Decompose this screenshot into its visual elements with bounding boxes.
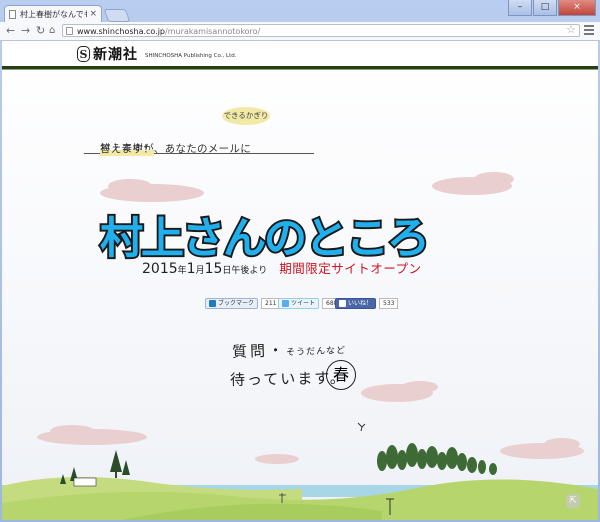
hatena-share: ブックマーク 211 [205,298,281,309]
like-button[interactable]: いいね！ [335,298,377,309]
haru-stamp: 春 [326,360,356,390]
like-label: いいね！ [348,300,373,307]
browser-tab[interactable]: 村上春樹がなんでも答えます… × [4,5,102,22]
maximize-button[interactable]: □ [533,0,557,16]
open-date-line: 2015年1月15日午後より 期間限定サイトオープン [142,258,422,277]
open-month-unit: 月 [195,266,205,276]
page-viewport: S 新潮社 SHINCHOSHA Publishing Co., Ltd. でき… [2,41,598,520]
landscape-illustration [2,172,598,520]
browser-toolbar: ← → ↻ ⌂ www.shinchosha.co.jp/murakamisan… [0,22,600,41]
like-count[interactable]: 533 [379,298,399,309]
corner-share-icon[interactable]: ⇱ [566,494,580,508]
open-year-unit: 年 [177,266,187,276]
reload-icon[interactable]: ↻ [36,24,45,38]
page-info-icon[interactable] [66,27,73,35]
hatena-icon [209,300,216,307]
open-year: 2015 [142,261,178,277]
open-day-unit: 日午後より [222,266,268,276]
tab-strip: 村上春樹がなんでも答えます… × – □ × [0,0,600,22]
hatena-bookmark-button[interactable]: ブックマーク [205,298,259,309]
browser-window: 村上春樹がなんでも答えます… × – □ × ← → ↻ ⌂ www.shinc… [0,0,600,522]
handwriting-small: そうだんなど [285,346,347,359]
url-path: /murakamisannotokoro/ [165,27,261,36]
window-close-button[interactable]: × [558,0,596,16]
open-announcement: 期間限定サイトオープン [279,261,422,276]
tagline-highlight: 答えます！ [100,141,154,156]
address-bar[interactable]: www.shinchosha.co.jp/murakamisannotokoro… [62,24,580,37]
open-month: 1 [186,261,196,277]
forward-icon[interactable]: → [21,24,30,38]
minimize-button[interactable]: – [508,0,532,16]
handwriting-line-1: 質問・そうだんなど [232,337,347,362]
twitter-icon [282,300,289,307]
tagline: 村上春樹が、あなたのメールに 答えます！ [84,123,314,156]
url-host: www.shinchosha.co.jp [77,27,166,36]
home-icon[interactable]: ⌂ [49,24,55,38]
open-day: 15 [204,261,223,277]
back-icon[interactable]: ← [6,24,15,38]
tweet-button[interactable]: ツイート [278,298,320,309]
twitter-share: ツイート 688 [278,298,342,309]
tab-close-icon[interactable]: × [89,9,97,19]
new-tab-button[interactable] [103,9,131,22]
menu-icon[interactable] [584,25,594,37]
hatena-label: ブックマーク [218,300,255,307]
facebook-icon [339,300,346,307]
handwriting-main: 質問・ [231,341,287,361]
tweet-label: ツイート [291,300,316,307]
bookmark-star-icon[interactable]: ☆ [566,23,576,36]
page-icon [9,9,16,19]
facebook-share: いいね！ 533 [335,298,399,309]
tab-title: 村上春樹がなんでも答えます… [20,9,87,19]
site-title-fill: 村上さんのところ [100,214,430,264]
window-controls: – □ × [508,0,596,16]
